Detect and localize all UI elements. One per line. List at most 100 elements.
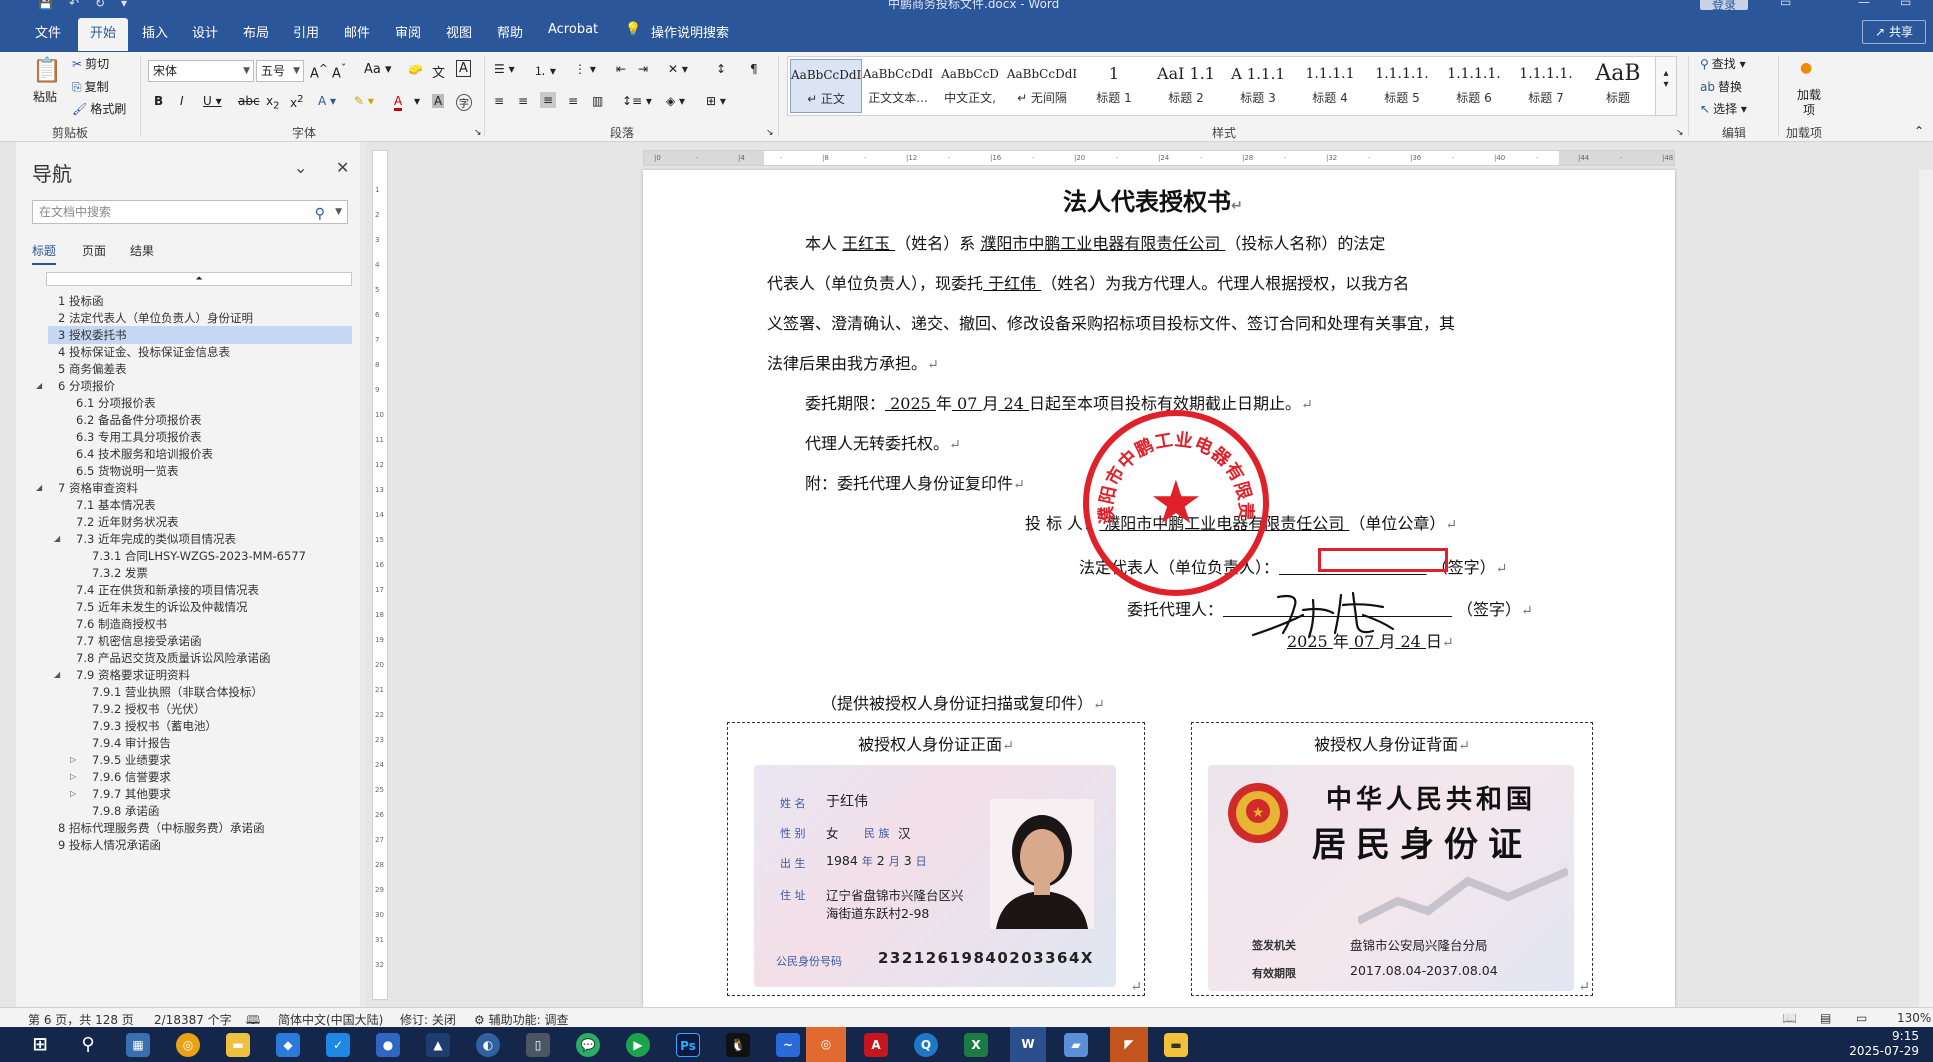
multilevel-list-button[interactable]: ⋮ ▾: [574, 62, 596, 76]
shrink-font-button[interactable]: Aˇ: [332, 62, 346, 81]
style-chinese-body[interactable]: AaBbCcD 中文正文,: [934, 59, 1006, 113]
nav-heading-item[interactable]: 7.4 正在供货和新承接的项目情况表: [48, 581, 352, 599]
style-heading-3[interactable]: A 1.1.1 标题 3: [1222, 59, 1294, 113]
justify-button[interactable]: ≡: [568, 94, 578, 108]
clock[interactable]: 9:15 2025-07-29: [1849, 1029, 1919, 1059]
tab-layout[interactable]: 布局: [243, 22, 269, 41]
collapsed-arrow-icon[interactable]: ▷: [70, 785, 76, 803]
app-icon[interactable]: ●: [376, 1033, 400, 1057]
notepad-icon[interactable]: ▯: [526, 1033, 550, 1057]
nav-heading-item[interactable]: ◢ 7.3 近年完成的类似项目情况表: [48, 530, 352, 548]
collapsed-arrow-icon[interactable]: ▷: [70, 768, 76, 786]
excel-icon[interactable]: X: [964, 1033, 988, 1057]
app-icon[interactable]: ▲: [426, 1033, 450, 1057]
style-heading-5[interactable]: 1.1.1.1. 标题 5: [1366, 59, 1438, 113]
track-changes-status[interactable]: 修订: 关闭: [400, 1011, 456, 1028]
nav-heading-item[interactable]: 6.4 技术服务和培训报价表: [48, 445, 352, 463]
font-color-dropdown-icon[interactable]: ▾: [414, 94, 420, 108]
nav-heading-item[interactable]: 6.3 专用工具分项报价表: [48, 428, 352, 446]
replace-button[interactable]: ab 替换: [1700, 78, 1742, 95]
strikethrough-button[interactable]: abc: [238, 94, 260, 108]
nav-heading-item[interactable]: 7.2 近年财务状况表: [48, 513, 352, 531]
style-heading-7[interactable]: 1.1.1.1. 标题 7: [1510, 59, 1582, 113]
nav-tab-results[interactable]: 结果: [130, 242, 154, 259]
subscript-button[interactable]: x2: [266, 94, 279, 111]
nav-heading-item[interactable]: 3 授权委托书: [48, 326, 352, 344]
photoshop-icon[interactable]: Ps: [676, 1033, 700, 1057]
word-count[interactable]: 2/18387 个字: [154, 1011, 232, 1028]
cut-button[interactable]: ✂ 剪切: [72, 55, 109, 72]
expanded-arrow-icon[interactable]: ◢: [36, 377, 42, 395]
style-normal[interactable]: AaBbCcDdI ↵ 正文: [790, 59, 862, 113]
text-effects-button[interactable]: A ▾: [318, 94, 336, 108]
nav-heading-item[interactable]: 1 投标函: [48, 292, 352, 310]
underline-button[interactable]: U ▾: [203, 94, 222, 108]
nav-heading-item[interactable]: 7.3.2 发票: [48, 564, 352, 582]
character-shading-icon[interactable]: A: [432, 94, 445, 108]
collapse-ribbon-icon[interactable]: ⌃: [1914, 124, 1924, 138]
align-right-button[interactable]: ≡: [540, 92, 557, 108]
maximize-icon[interactable]: ▭: [1900, 0, 1911, 9]
superscript-button[interactable]: x2: [290, 94, 303, 110]
nav-heading-item[interactable]: 7.9.8 承诺函: [48, 802, 352, 820]
increase-indent-button[interactable]: ⇥: [638, 62, 648, 76]
nav-heading-item[interactable]: 6.2 备品备件分项报价表: [48, 411, 352, 429]
tab-references[interactable]: 引用: [293, 22, 319, 41]
nav-heading-item[interactable]: ◢ 6 分项报价: [36, 377, 352, 395]
share-button[interactable]: ↗ 共享: [1862, 20, 1926, 44]
windows-start-icon[interactable]: ⊞: [28, 1033, 52, 1057]
font-size-select[interactable]: 五号 ▼: [256, 60, 304, 82]
bold-button[interactable]: B: [154, 94, 163, 108]
chrome-icon[interactable]: ◎: [176, 1033, 200, 1057]
nav-heading-item[interactable]: ◢ 7 资格审查资料: [36, 479, 352, 497]
folder-icon[interactable]: ▬: [1164, 1033, 1188, 1057]
nav-heading-item[interactable]: ▷ 7.9.7 其他要求: [48, 785, 352, 803]
decrease-indent-button[interactable]: ⇤: [616, 62, 626, 76]
nav-heading-item[interactable]: 7.5 近年未发生的诉讼及仲裁情况: [48, 598, 352, 616]
remote-app-icon[interactable]: ◆: [276, 1033, 300, 1057]
print-layout-icon[interactable]: ▤: [1820, 1011, 1831, 1025]
align-left-button[interactable]: ≡: [494, 94, 504, 108]
styles-dialog-launcher-icon[interactable]: ↘: [1676, 128, 1684, 138]
borders-button[interactable]: ⊞ ▾: [706, 94, 726, 108]
tab-home[interactable]: 开始: [78, 18, 129, 51]
nav-heading-item[interactable]: 4 投标保证金、投标保证金信息表: [48, 343, 352, 361]
paste-icon[interactable]: 📋: [32, 56, 62, 84]
font-name-select[interactable]: 宋体 ▼: [148, 60, 254, 82]
style-heading-6[interactable]: 1.1.1.1. 标题 6: [1438, 59, 1510, 113]
paste-button[interactable]: 粘贴: [33, 88, 57, 105]
chevron-down-icon[interactable]: ▼: [335, 201, 342, 223]
page-count[interactable]: 第 6 页，共 128 页: [28, 1011, 134, 1028]
nav-heading-item[interactable]: 5 商务偏差表: [48, 360, 352, 378]
nav-tab-pages[interactable]: 页面: [82, 242, 106, 259]
zoom-level[interactable]: 130%: [1897, 1011, 1931, 1025]
character-border-icon[interactable]: A: [456, 60, 471, 77]
minimize-icon[interactable]: —: [1858, 0, 1870, 9]
expanded-arrow-icon[interactable]: ◢: [54, 530, 60, 548]
shading-button[interactable]: ◈ ▾: [666, 94, 685, 108]
nav-heading-item[interactable]: 7.9.3 授权书（蓄电池）: [48, 717, 352, 735]
nav-heading-item[interactable]: 6.5 货物说明一览表: [48, 462, 352, 480]
tab-view[interactable]: 视图: [446, 22, 472, 41]
nav-heading-item[interactable]: 2 法定代表人（单位负责人）身份证明: [48, 309, 352, 327]
style-no-spacing[interactable]: AaBbCcDdI ↵ 无间隔: [1006, 59, 1078, 113]
tab-file[interactable]: 文件: [35, 22, 61, 41]
app-icon[interactable]: ◐: [476, 1033, 500, 1057]
tab-acrobat[interactable]: Acrobat: [548, 22, 598, 37]
nav-heading-item[interactable]: 8 招标代理服务费（中标服务费）承诺函: [48, 819, 352, 837]
app-icon[interactable]: ◤: [1110, 1027, 1148, 1062]
enclose-characters-icon[interactable]: 字: [456, 94, 472, 111]
nav-heading-item[interactable]: 7.9.1 营业执照（非联合体投标）: [48, 683, 352, 701]
style-heading-4[interactable]: 1.1.1.1 标题 4: [1294, 59, 1366, 113]
line-spacing-button[interactable]: ↕≡ ▾: [622, 94, 652, 108]
accessibility-status[interactable]: ⚙ 辅助功能: 调查: [474, 1011, 568, 1028]
nav-heading-item[interactable]: 7.3.1 合同LHSY-WZGS-2023-MM-6577: [48, 547, 352, 565]
app-icon[interactable]: ~: [776, 1033, 800, 1057]
paragraph-dialog-launcher-icon[interactable]: ↘: [766, 128, 774, 138]
nav-heading-item[interactable]: 9 投标人情况承诺函: [48, 836, 352, 854]
vertical-scrollbar[interactable]: [1919, 170, 1933, 1007]
app-icon-active[interactable]: ◎: [806, 1027, 846, 1062]
expanded-arrow-icon[interactable]: ◢: [36, 479, 42, 497]
app-icon[interactable]: ▶: [626, 1033, 650, 1057]
tab-insert[interactable]: 插入: [142, 22, 168, 41]
